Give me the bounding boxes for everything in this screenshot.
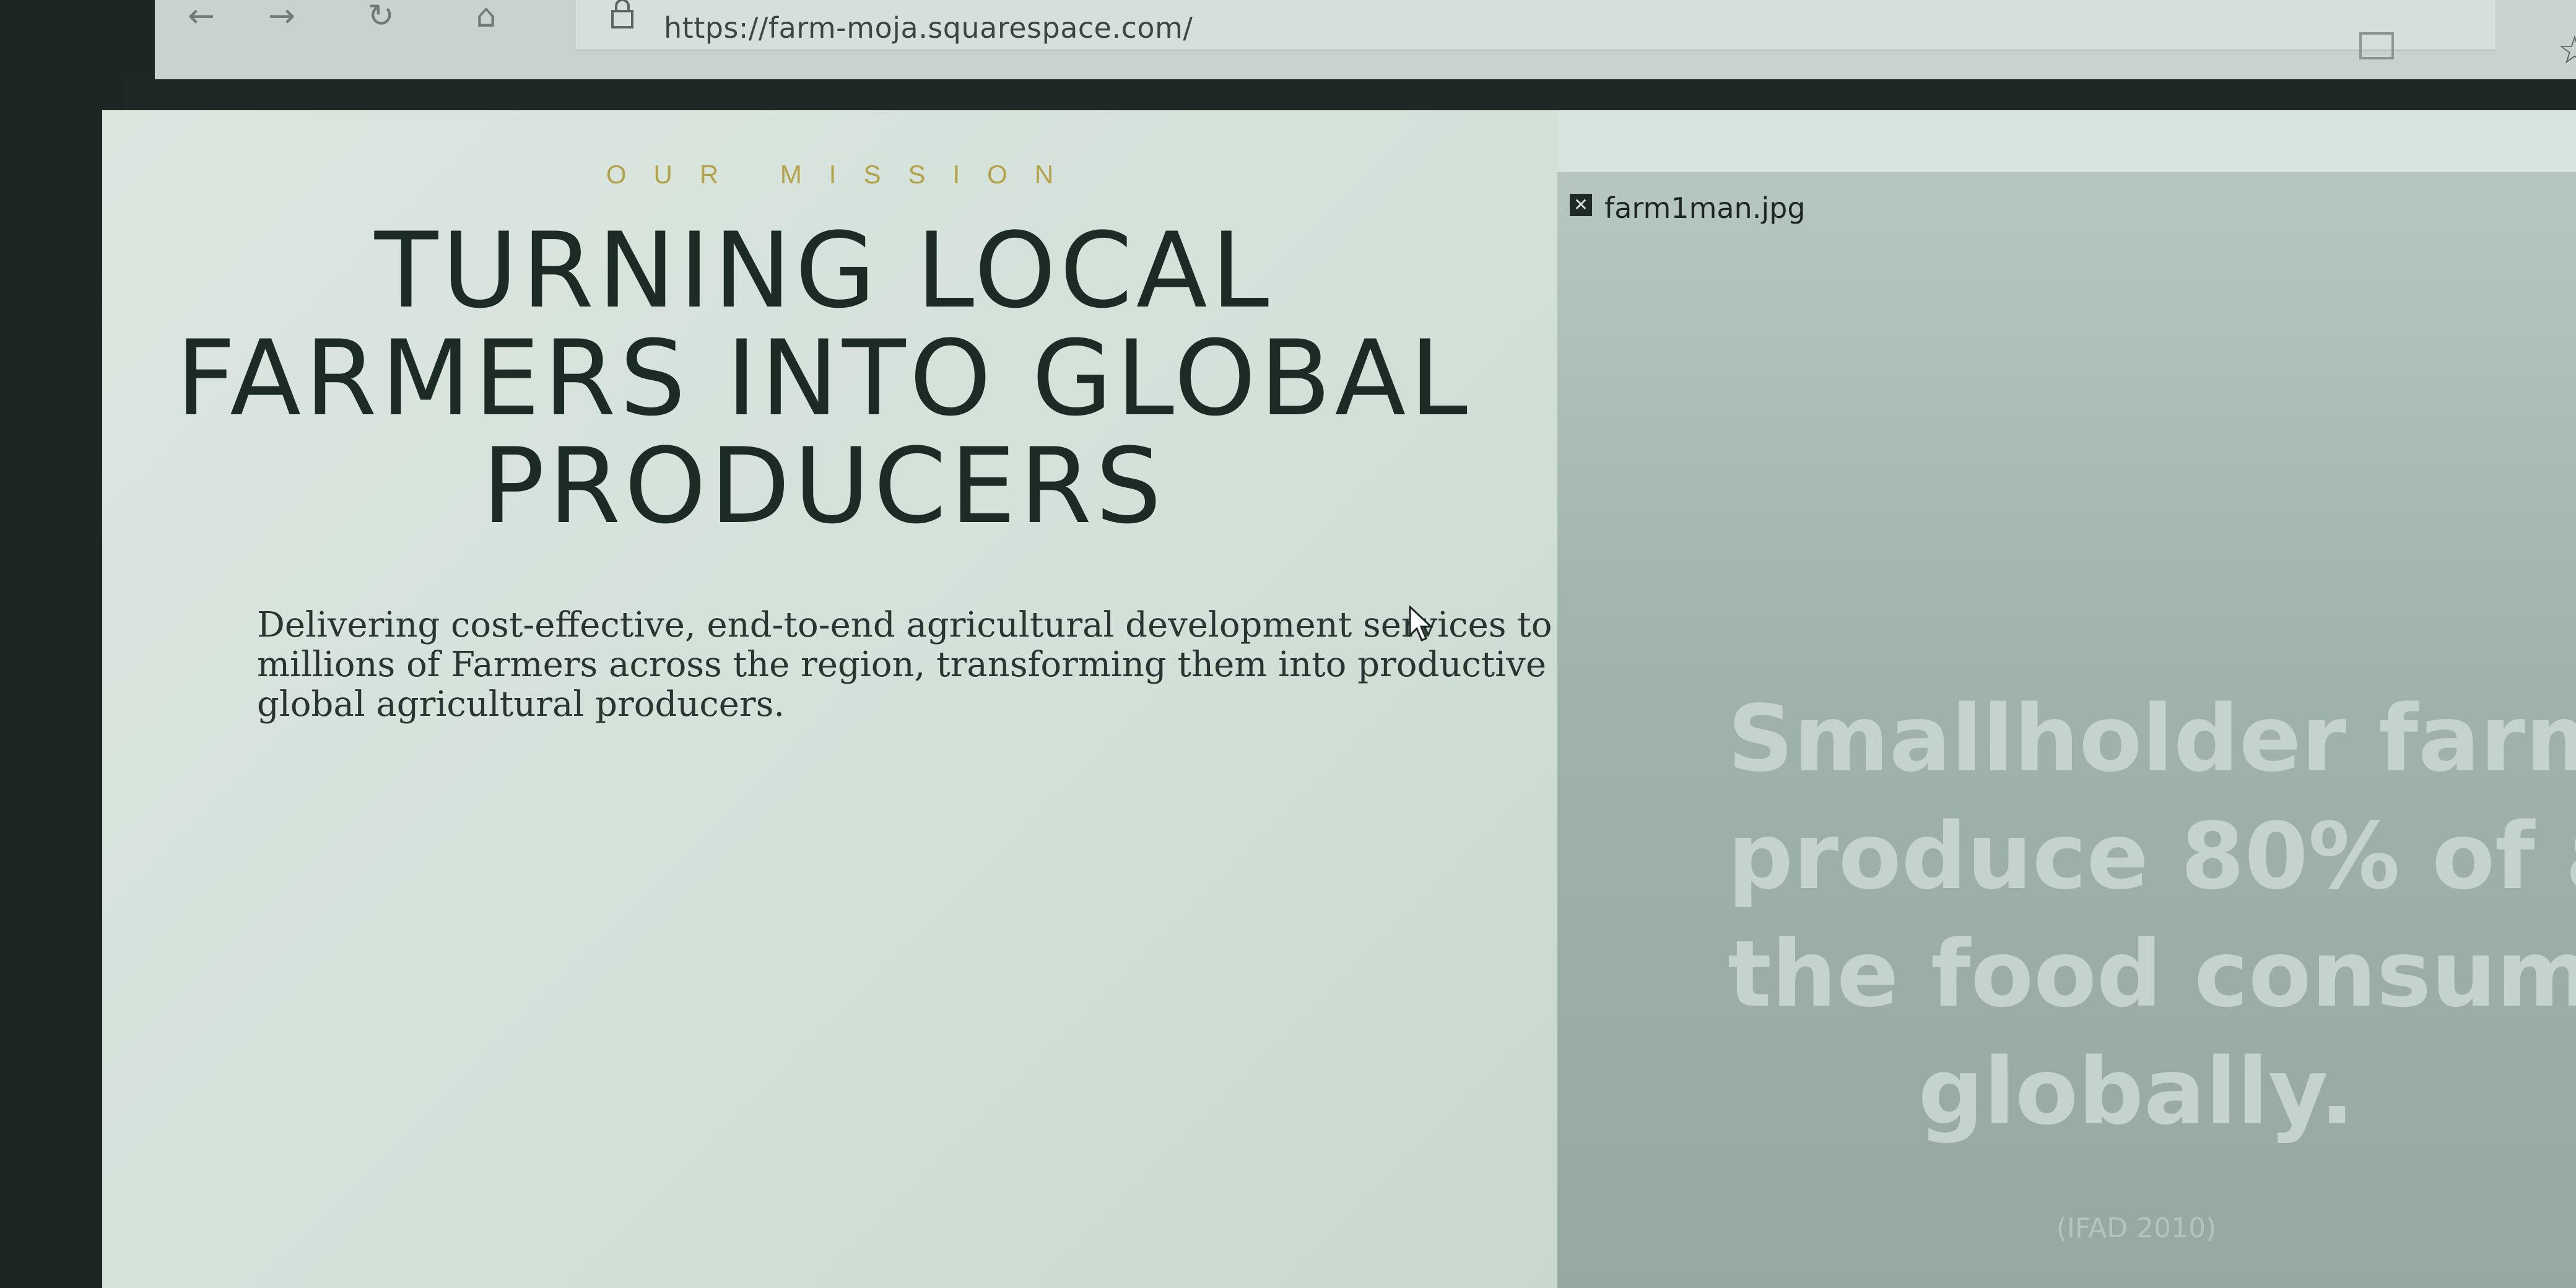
headline-line: TURNING LOCAL: [374, 210, 1273, 331]
back-button[interactable]: ←: [180, 0, 223, 37]
forward-button[interactable]: →: [260, 0, 303, 37]
url-text[interactable]: https://farm-moja.squarespace.com/: [664, 11, 1193, 45]
mission-headline: TURNING LOCAL FARMERS INTO GLOBAL PRODUC…: [102, 217, 1545, 540]
quote-line: Smallholder farmers: [1728, 685, 2576, 792]
broken-image-icon: ✕: [1570, 194, 1592, 216]
quote-line: the food consumed: [1728, 921, 2576, 1027]
statistic-quote: Smallholder farmers produce 80% of all t…: [1728, 680, 2576, 1151]
quote-line: produce 80% of all: [1728, 803, 2576, 910]
home-button[interactable]: ⌂: [464, 0, 508, 37]
lock-icon: [611, 0, 633, 28]
favorite-star-icon[interactable]: ☆: [2557, 31, 2576, 69]
browser-toolbar: ← → ↻ ⌂ https://farm-moja.squarespace.co…: [155, 0, 2576, 87]
section-eyebrow: OUR MISSION: [606, 160, 1081, 189]
refresh-button[interactable]: ↻: [359, 0, 402, 37]
reading-view-icon[interactable]: [2359, 32, 2394, 59]
web-page: OUR MISSION TURNING LOCAL FARMERS INTO G…: [102, 110, 2576, 1288]
mouse-cursor-icon: [1409, 606, 1434, 642]
headline-line: PRODUCERS: [482, 425, 1165, 547]
mission-description: Delivering cost-effective, end-to-end ag…: [257, 605, 1552, 724]
screenshot-stage: ← → ↻ ⌂ https://farm-moja.squarespace.co…: [0, 0, 2576, 1288]
mission-section: OUR MISSION TURNING LOCAL FARMERS INTO G…: [102, 110, 1557, 1288]
image-filename: farm1man.jpg: [1604, 191, 1806, 225]
quote-source: (IFAD 2010): [2056, 1212, 2217, 1244]
quote-line: globally.: [1918, 1038, 2355, 1145]
headline-line: FARMERS INTO GLOBAL: [175, 318, 1472, 439]
